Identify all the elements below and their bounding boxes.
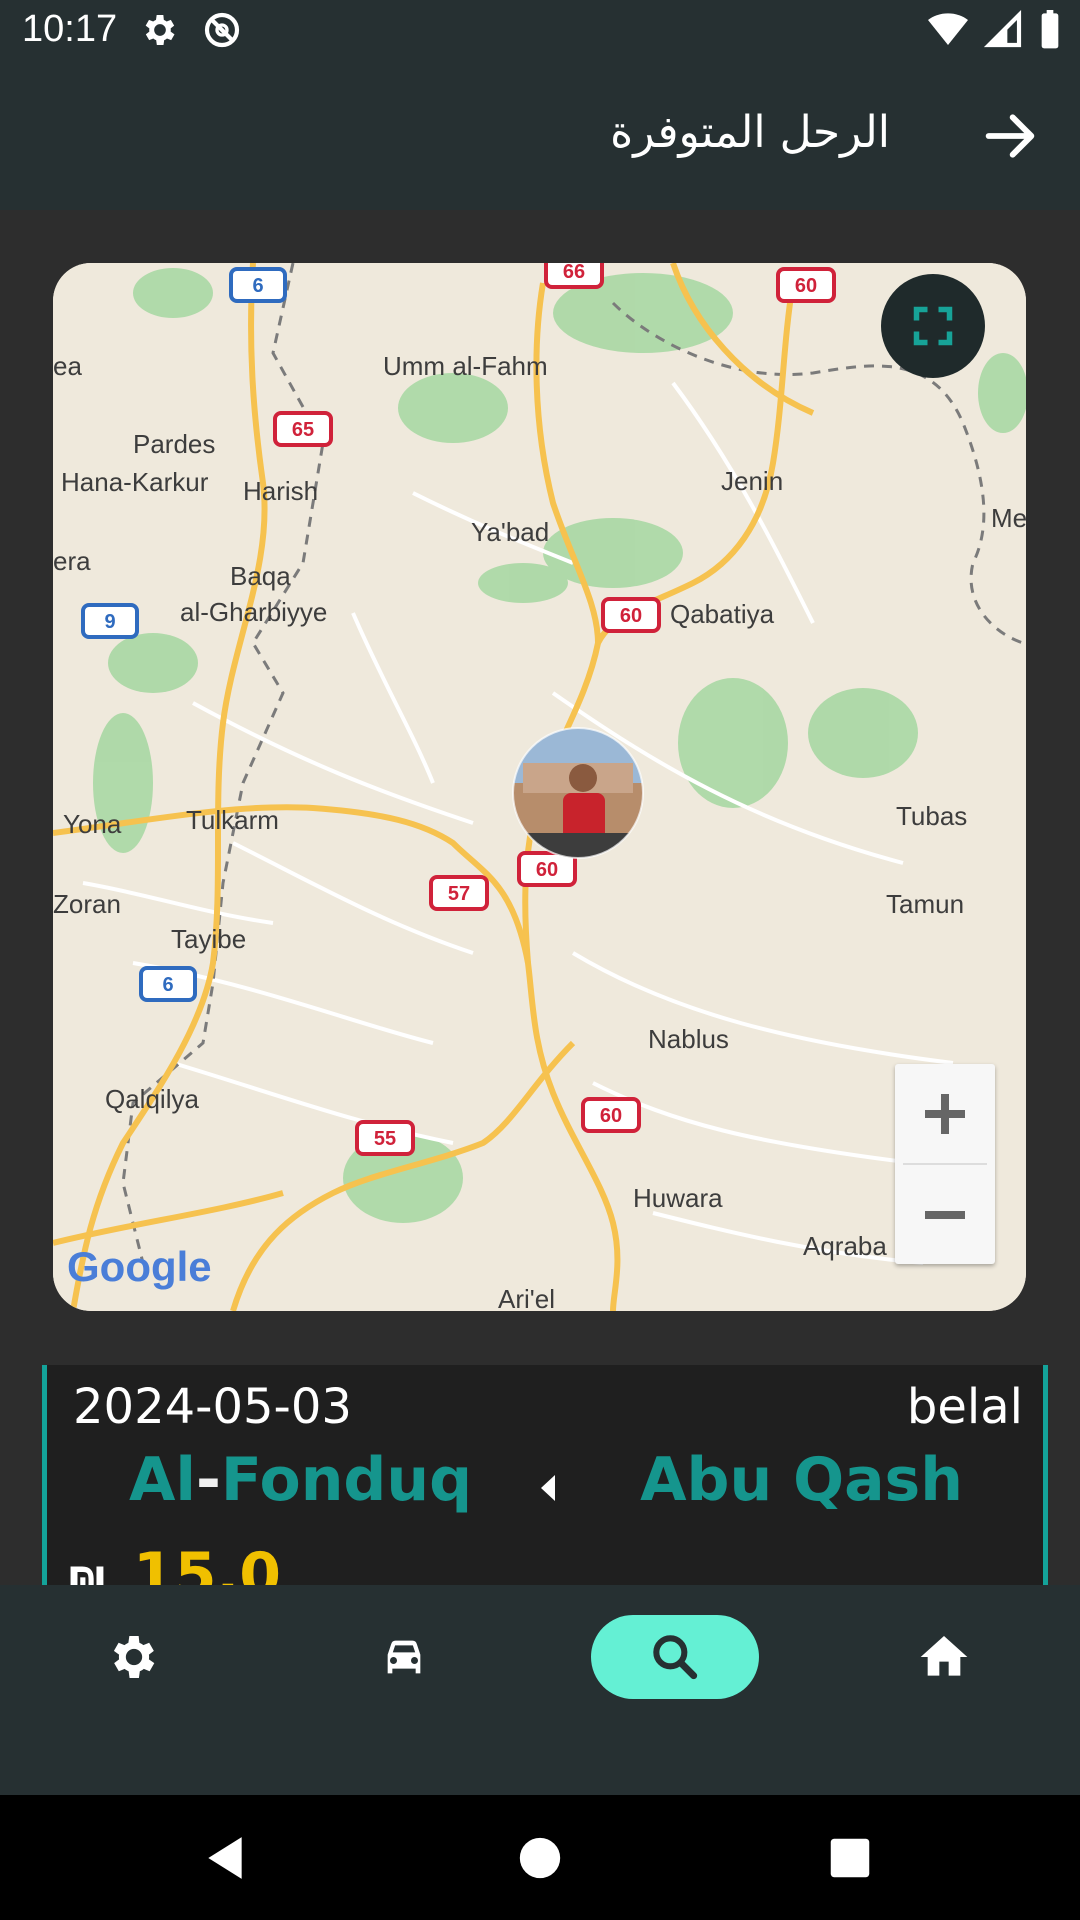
- svg-text:Tamun: Tamun: [886, 889, 964, 919]
- system-home-button[interactable]: [505, 1823, 575, 1893]
- settings-icon: [145, 15, 175, 45]
- page-title: الرحل المتوفرة: [610, 107, 890, 158]
- route-arrow-icon: [539, 1473, 557, 1507]
- trip-destination: Abu Qash: [640, 1445, 963, 1515]
- svg-text:9: 9: [104, 611, 115, 633]
- trip-origin: Al-Fonduq: [129, 1445, 473, 1515]
- zoom-in-button[interactable]: [895, 1064, 995, 1163]
- svg-text:Pardes: Pardes: [133, 429, 215, 459]
- zoom-out-button[interactable]: [895, 1165, 995, 1264]
- back-button[interactable]: [978, 104, 1042, 168]
- svg-text:Meira: Meira: [991, 503, 1026, 533]
- fullscreen-icon: [913, 306, 953, 346]
- svg-text:ea: ea: [53, 351, 82, 381]
- search-icon: [653, 1635, 698, 1680]
- svg-text:60: 60: [600, 1105, 622, 1127]
- recents-square-icon: [830, 1838, 870, 1878]
- zoom-controls: [895, 1064, 995, 1264]
- system-back-button[interactable]: [190, 1823, 260, 1893]
- svg-text:Zoran: Zoran: [53, 889, 121, 919]
- arrow-right-icon: [985, 114, 1035, 158]
- price-currency: ₪: [69, 1560, 106, 1585]
- svg-text:Baqa: Baqa: [230, 561, 291, 591]
- battery-icon: [1041, 10, 1059, 49]
- google-logo: Google: [67, 1243, 212, 1290]
- system-navigation-bar: [0, 1795, 1080, 1920]
- app-bar: الرحل المتوفرة: [0, 62, 1080, 210]
- svg-text:Harish: Harish: [243, 476, 318, 506]
- signal-icon: [984, 10, 1022, 48]
- nav-search[interactable]: [591, 1615, 759, 1699]
- svg-text:57: 57: [448, 883, 470, 905]
- do-not-disturb-icon: [204, 12, 240, 48]
- svg-text:era: era: [53, 546, 91, 576]
- nav-car[interactable]: [320, 1615, 488, 1699]
- system-recents-button[interactable]: [815, 1823, 885, 1893]
- svg-text:66: 66: [563, 263, 585, 283]
- svg-text:Jenin: Jenin: [721, 466, 783, 496]
- wifi-icon: [928, 13, 968, 46]
- home-icon: [920, 1636, 968, 1676]
- svg-text:Yona: Yona: [63, 809, 122, 839]
- svg-text:Hana-Karkur: Hana-Karkur: [61, 467, 209, 497]
- svg-text:Tubas: Tubas: [896, 801, 967, 831]
- svg-text:Huwara: Huwara: [633, 1183, 723, 1213]
- svg-text:60: 60: [536, 859, 558, 881]
- map-view[interactable]: Umm al-Fahm Pardes Hana-Karkur Harish Ya…: [53, 263, 1026, 1311]
- svg-text:65: 65: [292, 419, 314, 441]
- status-time: 10:17: [22, 8, 118, 50]
- svg-text:Qabatiya: Qabatiya: [670, 599, 775, 629]
- trip-driver-name: belal: [906, 1379, 1023, 1435]
- back-triangle-icon: [208, 1837, 242, 1879]
- svg-text:6: 6: [252, 275, 263, 297]
- svg-text:Qalqilya: Qalqilya: [105, 1084, 199, 1114]
- map-canvas[interactable]: Umm al-Fahm Pardes Hana-Karkur Harish Ya…: [53, 263, 1026, 1311]
- svg-text:Aqraba: Aqraba: [803, 1231, 887, 1261]
- svg-text:Tulkarm: Tulkarm: [186, 805, 279, 835]
- trip-price: 15.0: [133, 1540, 282, 1585]
- svg-text:Tayibe: Tayibe: [171, 924, 246, 954]
- svg-text:Umm al-Fahm: Umm al-Fahm: [383, 351, 548, 381]
- status-bar: 10:17: [0, 0, 1080, 62]
- settings-icon: [113, 1636, 155, 1678]
- svg-text:55: 55: [374, 1128, 396, 1150]
- home-circle-icon: [519, 1837, 561, 1879]
- svg-text:6: 6: [162, 974, 173, 996]
- svg-text:60: 60: [620, 605, 642, 627]
- car-icon: [387, 1640, 421, 1674]
- svg-text:al-Gharbiyye: al-Gharbiyye: [180, 597, 327, 627]
- trip-date: 2024-05-03: [73, 1379, 352, 1435]
- bottom-navigation: [0, 1585, 1080, 1795]
- nav-settings[interactable]: [50, 1615, 218, 1699]
- svg-text:Nablus: Nablus: [648, 1024, 729, 1054]
- nav-home[interactable]: [860, 1615, 1028, 1699]
- fullscreen-button[interactable]: [881, 274, 985, 378]
- svg-text:60: 60: [795, 275, 817, 297]
- svg-text:Ya'bad: Ya'bad: [471, 517, 549, 547]
- driver-avatar[interactable]: [512, 727, 644, 859]
- trip-card[interactable]: 2024-05-03 belal Al-Fonduq Abu Qash ₪ 15…: [42, 1365, 1048, 1585]
- svg-text:Ari'el: Ari'el: [498, 1284, 555, 1311]
